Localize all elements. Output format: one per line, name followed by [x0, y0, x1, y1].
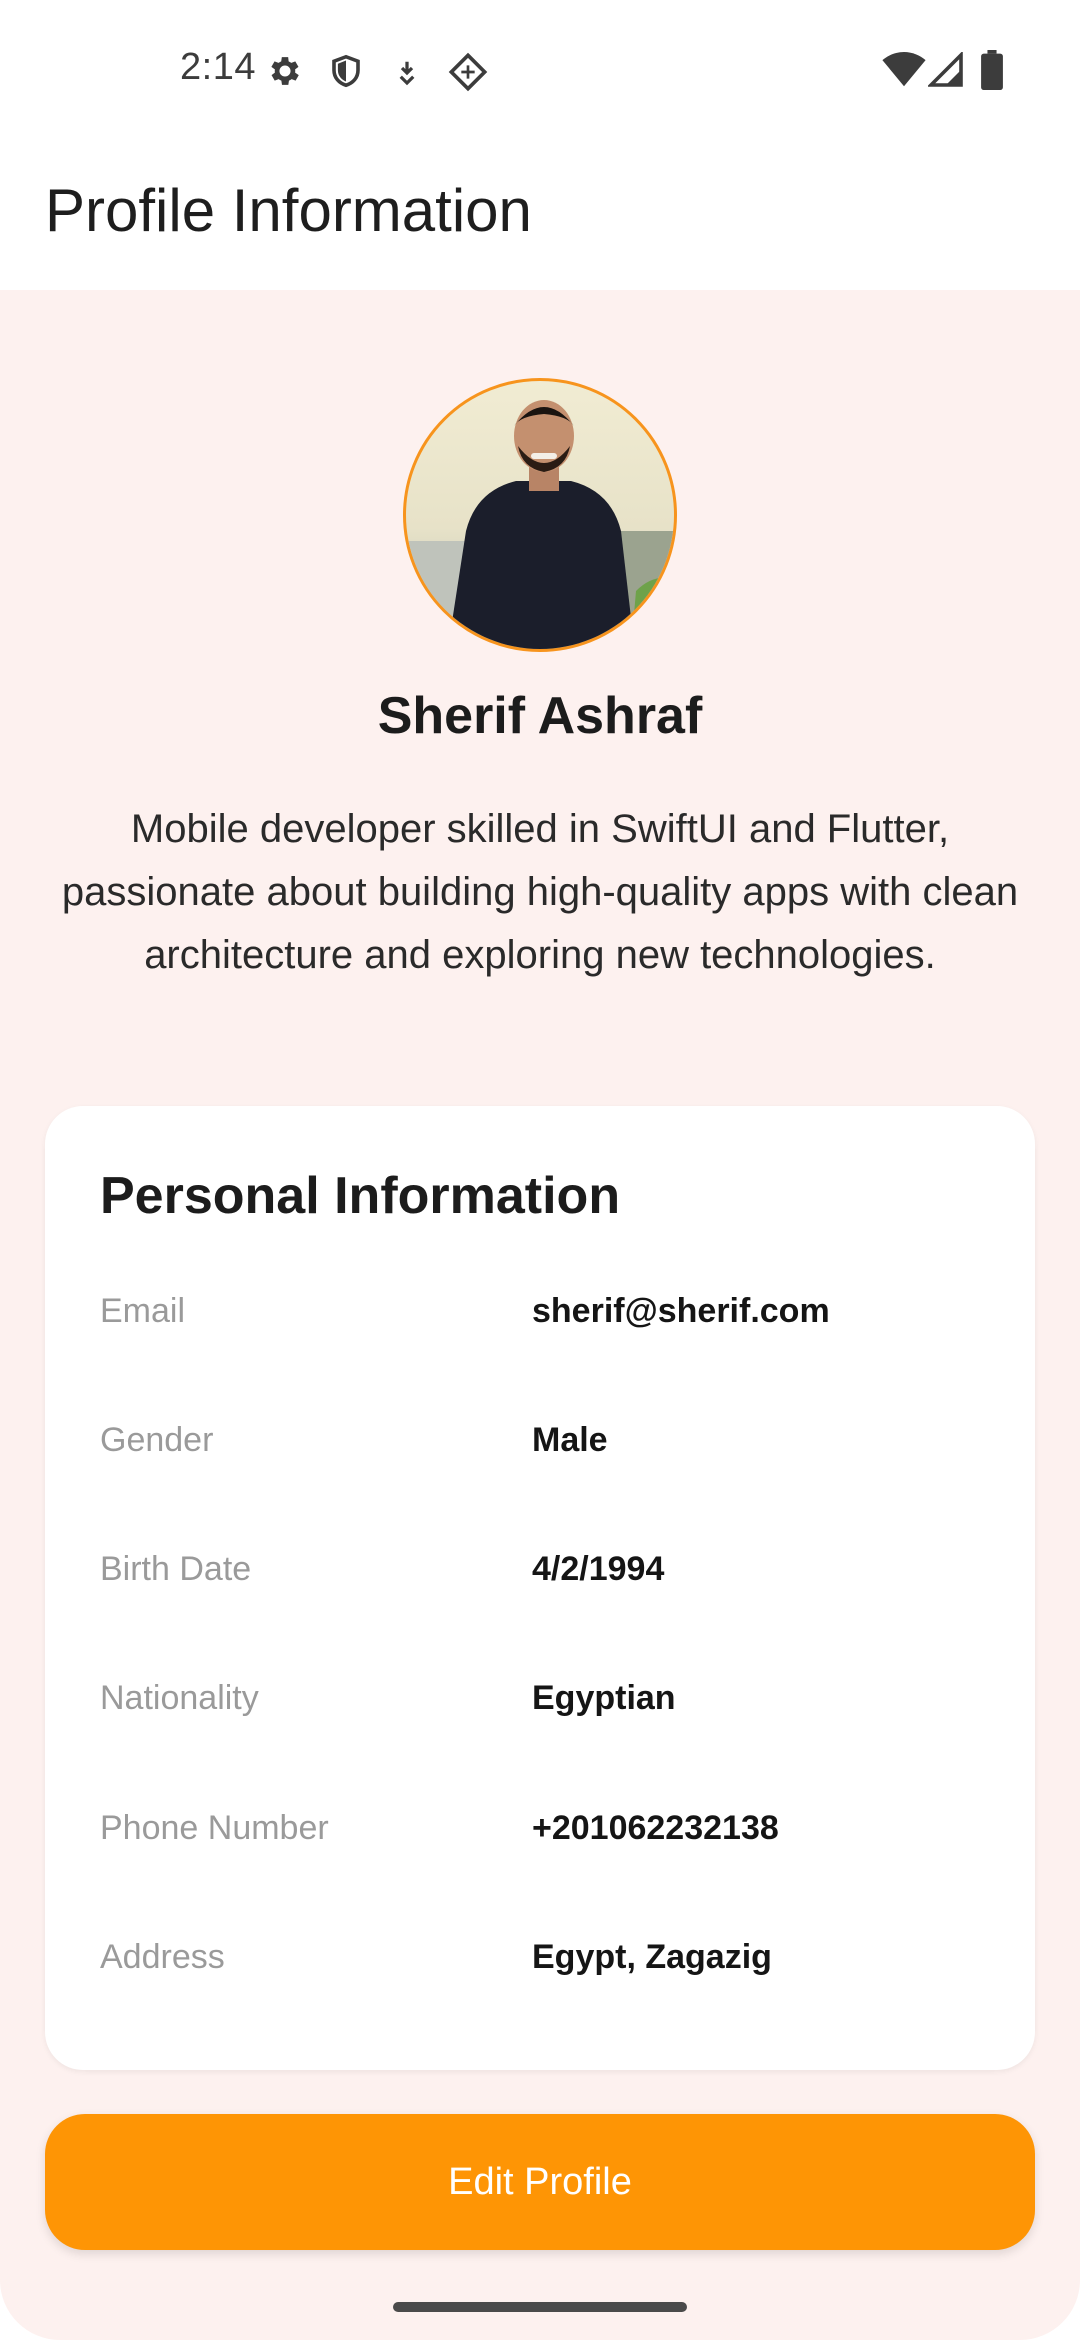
edit-profile-button[interactable]: Edit Profile — [45, 2114, 1035, 2250]
info-value: 4/2/1994 — [532, 1550, 665, 1588]
info-row-nationality: Nationality Egyptian — [100, 1671, 980, 1731]
download-icon — [399, 61, 415, 86]
info-value: Egypt, Zagazig — [532, 1938, 772, 1976]
info-label: Gender — [100, 1421, 214, 1459]
wifi-icon — [882, 52, 926, 87]
info-label: Phone Number — [100, 1809, 329, 1847]
info-label: Nationality — [100, 1679, 259, 1717]
person-photo — [406, 400, 674, 649]
personal-info-card: Personal Information Email sherif@sherif… — [45, 1106, 1035, 2070]
diamond-icon — [448, 52, 488, 92]
info-value: sherif@sherif.com — [532, 1292, 830, 1330]
profile-bio: Mobile developer skilled in SwiftUI and … — [61, 807, 1019, 977]
info-row-address: Address Egypt, Zagazig — [100, 1930, 980, 1990]
profile-content: Sherif Ashraf Mobile developer skilled i… — [0, 290, 1080, 2340]
profile-name: Sherif Ashraf — [377, 687, 703, 745]
signal-icon — [928, 52, 963, 87]
battery-icon — [981, 50, 1003, 90]
info-value: Male — [532, 1421, 608, 1459]
page-title: Profile Information — [45, 177, 532, 244]
info-row-birth-date: Birth Date 4/2/1994 — [100, 1542, 980, 1602]
info-row-email: Email sherif@sherif.com — [100, 1284, 980, 1344]
info-value: +201062232138 — [532, 1809, 779, 1847]
info-label: Birth Date — [100, 1550, 252, 1588]
home-indicator[interactable] — [393, 2302, 687, 2312]
status-bar: 2:14 — [0, 0, 1080, 142]
shield-icon — [332, 54, 360, 88]
info-label: Address — [100, 1938, 225, 1976]
card-title: Personal Information — [100, 1167, 621, 1225]
info-row-phone-number: Phone Number +201062232138 — [100, 1801, 980, 1861]
status-time: 2:14 — [180, 46, 256, 88]
info-value: Egyptian — [532, 1679, 676, 1717]
avatar — [403, 378, 677, 652]
info-label: Email — [100, 1292, 186, 1330]
info-row-gender: Gender Male — [100, 1413, 980, 1473]
gear-icon — [271, 57, 299, 85]
app-bar: Profile Information — [0, 142, 1080, 290]
